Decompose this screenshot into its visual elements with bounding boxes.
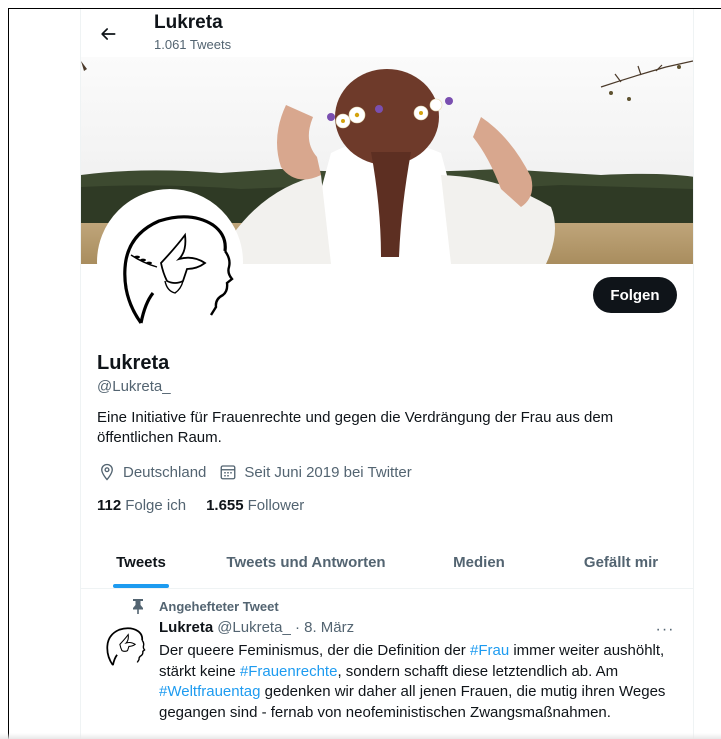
more-icon[interactable]: ··· [653, 620, 677, 640]
calendar-icon [218, 462, 238, 482]
tab-media[interactable]: Medien [411, 537, 547, 588]
followers-count: 1.655 [206, 497, 244, 514]
profile-counts: 112 Folge ich 1.655 Follower [97, 497, 324, 514]
tab-tweets[interactable]: Tweets [81, 537, 201, 588]
pin-icon [131, 598, 147, 614]
back-arrow-icon [101, 28, 116, 40]
following-count: 112 [97, 497, 122, 514]
profile-location: Deutschland [97, 462, 206, 482]
window-bottom-edge [0, 733, 721, 739]
hashtag-link[interactable]: #Frau [470, 642, 509, 659]
tweet-handle-time[interactable]: @Lukreta_ · 8. März [217, 619, 354, 636]
profile-name: Lukreta [97, 352, 170, 374]
active-tab-indicator [113, 584, 169, 588]
profile-meta: Deutschland Seit Juni 2019 bei Twitter [97, 462, 424, 482]
tab-tweets-and-replies[interactable]: Tweets und Antworten [201, 537, 411, 588]
tab-replies-label: Tweets und Antworten [226, 554, 386, 571]
tweet-author[interactable]: Lukreta [159, 619, 213, 636]
profile-header: Lukreta 1.061 Tweets [81, 9, 693, 59]
followers-link[interactable]: 1.655 Follower [206, 497, 304, 514]
following-label: Folge ich [125, 497, 187, 514]
back-button[interactable] [93, 19, 123, 49]
tab-tweets-label: Tweets [116, 554, 166, 571]
tweet-text: Der queere Feminismus, der die Definitio… [159, 641, 679, 723]
tweet-avatar[interactable] [99, 620, 147, 668]
joined-text: Seit Juni 2019 bei Twitter [244, 463, 412, 481]
tab-media-label: Medien [453, 554, 505, 571]
lukreta-logo-small [99, 620, 147, 668]
tab-likes[interactable]: Gefällt mir [547, 537, 693, 588]
pinned-indicator: Angehefteter Tweet [131, 598, 279, 614]
pinned-tweet[interactable]: Angehefteter Tweet Lukreta @Lukreta_ · 8… [81, 590, 693, 739]
window-frame-left [8, 8, 9, 739]
hashtag-link[interactable]: #Frauenrechte [240, 663, 338, 680]
location-text: Deutschland [123, 463, 207, 481]
tweet-header: Lukreta @Lukreta_ · 8. März [159, 619, 354, 636]
profile-joined: Seit Juni 2019 bei Twitter [218, 462, 412, 482]
location-icon [97, 462, 117, 482]
header-title: Lukreta [154, 12, 223, 33]
follow-button[interactable]: Folgen [593, 277, 677, 313]
profile-column: Lukreta 1.061 Tweets Folgen Lukreta @Luk… [80, 9, 694, 739]
profile-bio: Eine Initiative für Frauenrechte und geg… [97, 409, 614, 446]
hashtag-link[interactable]: #Weltfrauentag [159, 683, 260, 700]
profile-avatar[interactable] [97, 189, 243, 335]
tab-likes-label: Gefällt mir [583, 554, 659, 571]
profile-tabs: Tweets Tweets und Antworten Medien Gefäl… [81, 537, 693, 589]
profile-handle: @Lukreta_ [97, 378, 171, 395]
header-tweet-count: 1.061 Tweets [154, 37, 232, 52]
tweet-text-part: , sondern schafft diese letztendlich ab.… [337, 662, 619, 680]
tweet-text-part: Der queere Feminismus, der die Definitio… [159, 642, 470, 659]
pinned-label: Angehefteter Tweet [159, 598, 279, 614]
following-link[interactable]: 112 Folge ich [97, 497, 186, 514]
followers-label: Follower [247, 497, 305, 514]
lukreta-logo [101, 193, 239, 331]
